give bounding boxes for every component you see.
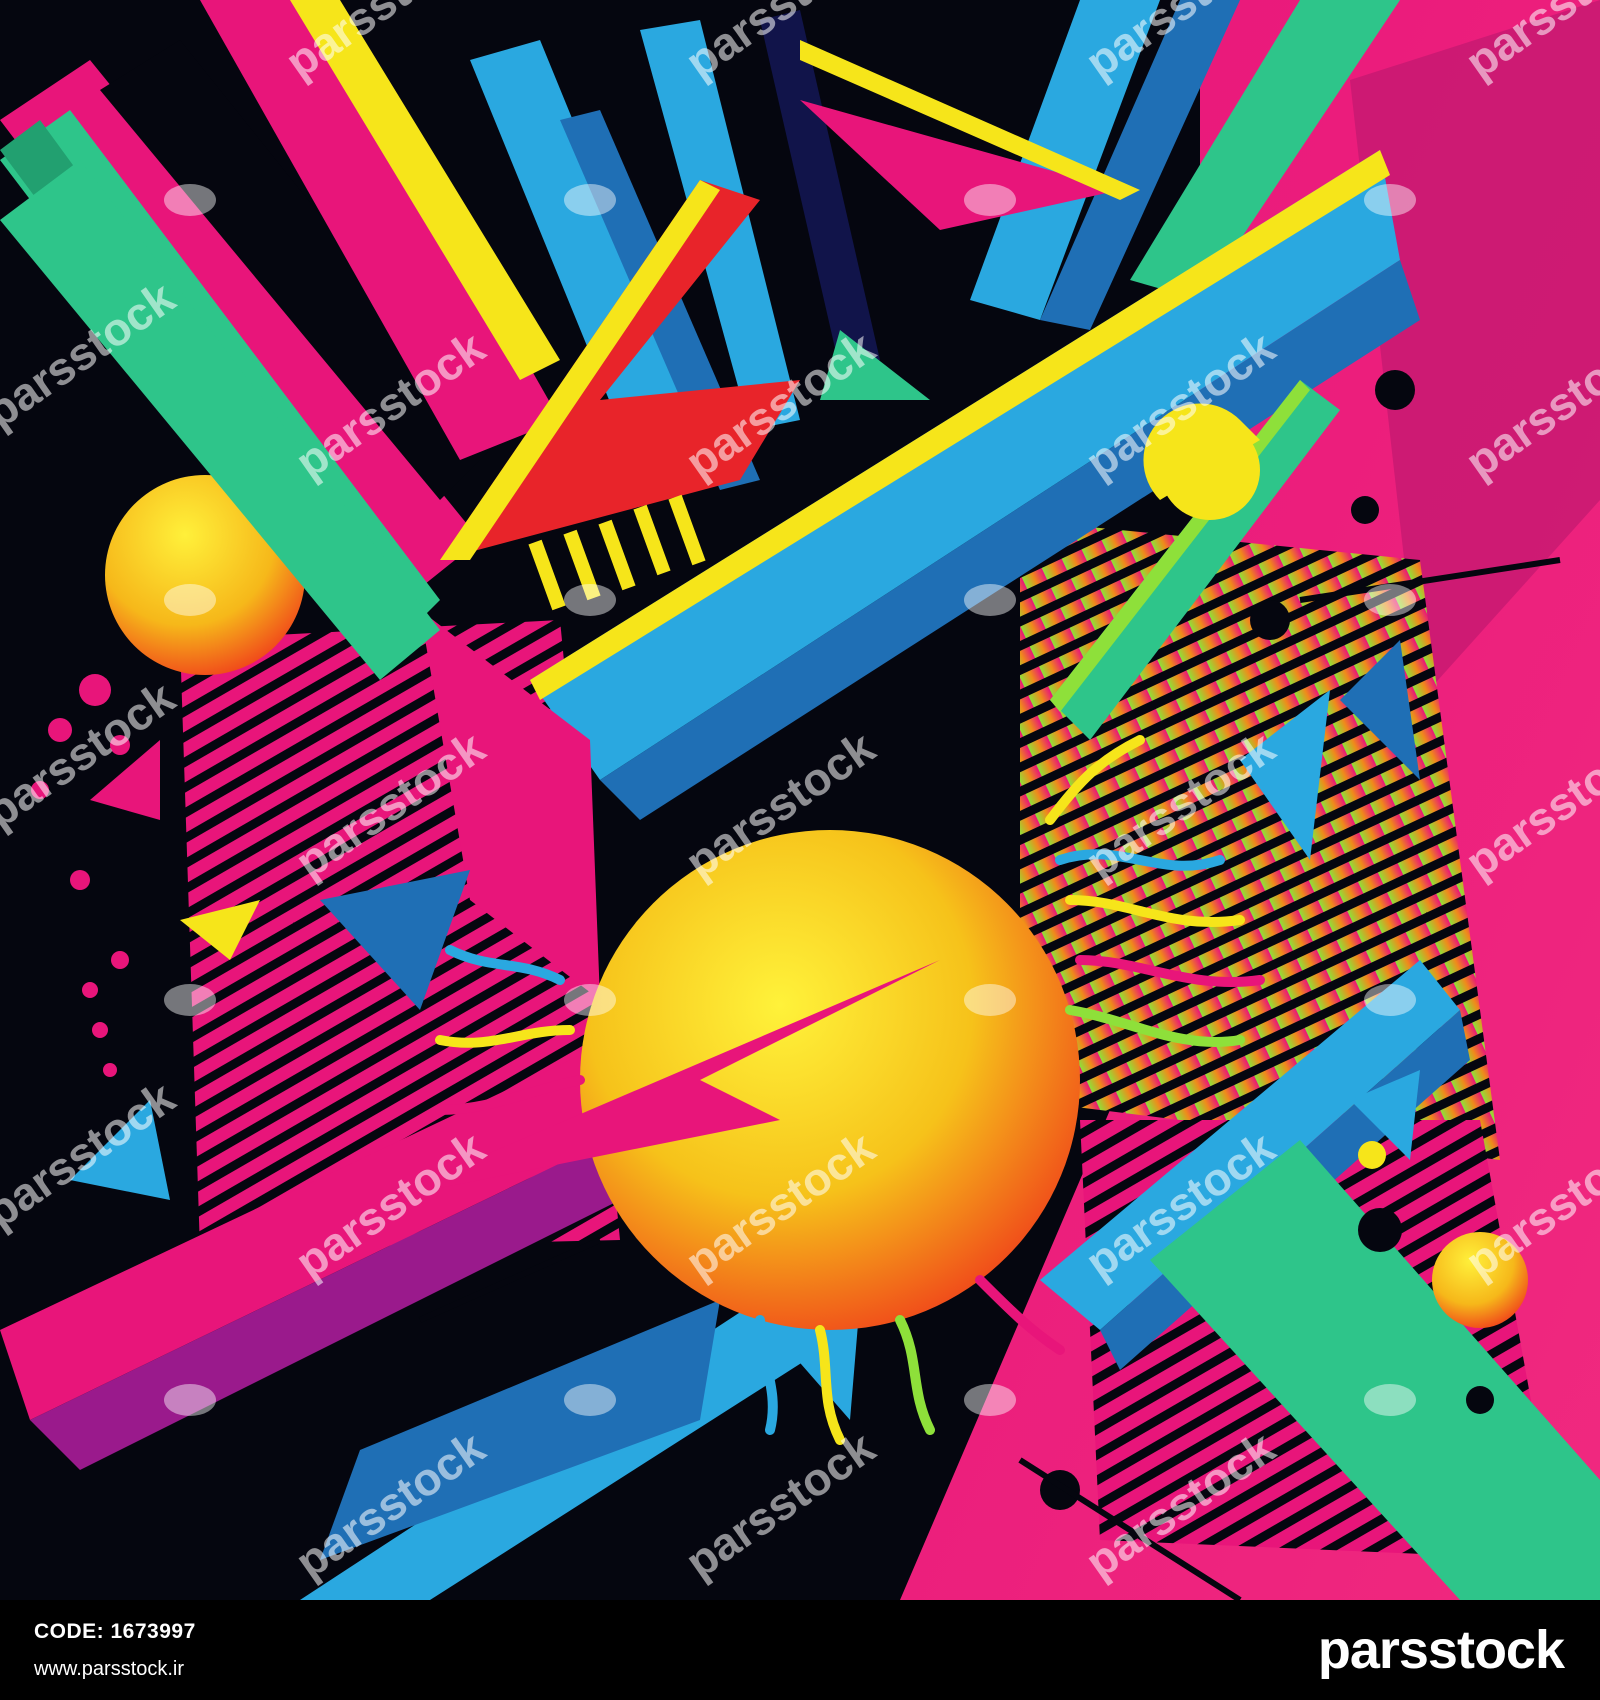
large-yellow-sphere	[580, 830, 1080, 1330]
abstract-artwork: parsstock parsstock parsstock parsstock …	[0, 0, 1600, 1600]
artwork-canvas	[0, 0, 1600, 1600]
image-code-label: CODE: 1673997	[34, 1620, 196, 1643]
yellow-dot-right	[1358, 1141, 1386, 1169]
yellow-circle-right	[1160, 420, 1260, 520]
small-yellow-sphere-right	[1432, 1232, 1528, 1328]
footer-bar: CODE: 1673997 www.parsstock.ir parsstock	[0, 1600, 1600, 1700]
brand-logo: parsstock	[1317, 1620, 1565, 1680]
website-url[interactable]: www.parsstock.ir	[34, 1658, 184, 1681]
